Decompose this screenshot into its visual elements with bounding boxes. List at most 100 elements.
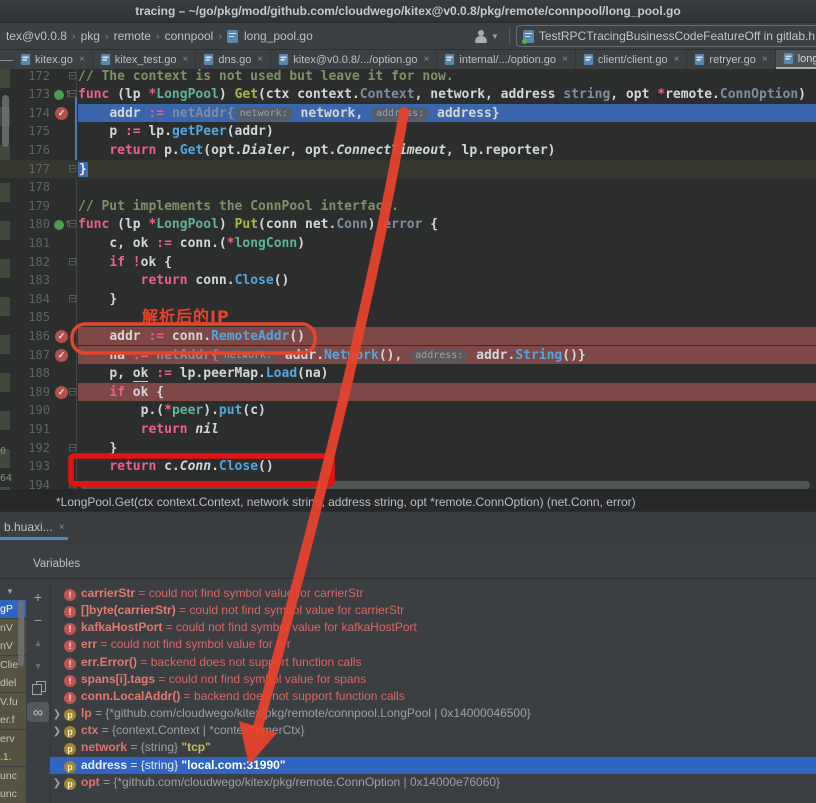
code-line[interactable]: 191 return nil bbox=[0, 420, 816, 439]
expand-chevron-icon[interactable]: ❯ bbox=[50, 775, 64, 791]
user-profile-icon[interactable] bbox=[474, 30, 488, 43]
line-number[interactable]: 185 bbox=[0, 310, 50, 324]
add-watch-icon[interactable]: + bbox=[27, 587, 49, 607]
verified-breakpoint-icon[interactable]: ✓ bbox=[53, 348, 75, 363]
line-number[interactable]: 182 bbox=[0, 255, 50, 269]
variable-row[interactable]: !conn.LocalAddr() = backend does not sup… bbox=[50, 688, 816, 705]
code-line[interactable]: 187✓ na := netAddr{network: addr.Network… bbox=[0, 346, 816, 365]
code-line[interactable]: 172⊟// The context is not used but leave… bbox=[0, 69, 816, 85]
variable-row[interactable]: ❯plp = {*github.com/cloudwego/kitex/pkg/… bbox=[50, 705, 816, 722]
line-number[interactable]: 193 bbox=[0, 459, 50, 473]
fold-marker-icon[interactable]: ⊟ bbox=[68, 69, 77, 82]
editor-tab[interactable]: kitex_test.go× bbox=[93, 50, 197, 69]
frames-scrollbar-thumb[interactable] bbox=[18, 600, 24, 666]
code-line[interactable]: 176 return p.Get(opt.Dialer, opt.Connect… bbox=[0, 141, 816, 160]
code-line[interactable]: 189✓⊟ if ok { bbox=[0, 383, 816, 402]
frames-dropdown-icon[interactable]: ▼ bbox=[6, 587, 14, 596]
fold-marker-icon[interactable]: ⊟ bbox=[68, 441, 77, 454]
code-line[interactable]: 174✓ addr := netAddr{network: network, a… bbox=[0, 104, 816, 123]
watches-toggle-icon[interactable]: ∞ bbox=[27, 702, 49, 722]
line-number[interactable]: 190 bbox=[0, 403, 50, 417]
fold-marker-icon[interactable]: ⊟ bbox=[68, 385, 77, 398]
verified-breakpoint-icon[interactable]: ✓ bbox=[53, 106, 75, 121]
variable-row[interactable]: paddress = {string} "local.com:31990" bbox=[50, 757, 816, 774]
line-number[interactable]: 189 bbox=[0, 385, 50, 399]
line-number[interactable]: 173 bbox=[0, 87, 50, 101]
variable-row[interactable]: pnetwork = {string} "tcp" bbox=[50, 739, 816, 756]
fold-marker-icon[interactable]: ⊟ bbox=[68, 217, 77, 230]
fold-marker-icon[interactable]: ⊟ bbox=[68, 87, 77, 100]
fold-marker-icon[interactable]: ⊟ bbox=[68, 292, 77, 305]
code-line[interactable]: 188 p, ok := lp.peerMap.Load(na) bbox=[0, 364, 816, 383]
code-line[interactable]: 177⊟} bbox=[0, 160, 816, 179]
variable-row[interactable]: !kafkaHostPort = could not find symbol v… bbox=[50, 619, 816, 636]
verified-breakpoint-icon[interactable]: ✓ bbox=[53, 329, 75, 344]
fold-marker-icon[interactable]: ⊟ bbox=[68, 478, 77, 490]
line-number[interactable]: 187 bbox=[0, 348, 50, 362]
close-icon[interactable]: × bbox=[424, 54, 430, 65]
line-number[interactable]: 183 bbox=[0, 273, 50, 287]
line-number[interactable]: 186 bbox=[0, 329, 50, 343]
line-number[interactable]: 188 bbox=[0, 366, 50, 380]
variable-row[interactable]: !spans[i].tags = could not find symbol v… bbox=[50, 671, 816, 688]
line-number[interactable]: 177 bbox=[0, 162, 50, 176]
line-number[interactable]: 192 bbox=[0, 441, 50, 455]
variable-row[interactable]: !err.Error() = backend does not support … bbox=[50, 654, 816, 671]
close-icon[interactable]: × bbox=[562, 54, 568, 65]
close-icon[interactable]: × bbox=[674, 54, 680, 65]
expand-chevron-icon[interactable]: ❯ bbox=[50, 723, 64, 739]
variable-row[interactable]: !carrierStr = could not find symbol valu… bbox=[50, 585, 816, 602]
close-icon[interactable]: × bbox=[257, 54, 263, 65]
code-editor[interactable]: 172⊟// The context is not used but leave… bbox=[0, 69, 816, 490]
code-line[interactable]: 182⊟ if !ok { bbox=[0, 253, 816, 272]
stack-frame-item[interactable]: V.fu bbox=[0, 693, 26, 711]
close-icon[interactable]: × bbox=[59, 522, 65, 533]
breadcrumb-item[interactable]: connpool bbox=[165, 29, 214, 43]
editor-tab[interactable]: kitex@v0.0.8/.../option.go× bbox=[271, 50, 437, 69]
line-number[interactable]: 175 bbox=[0, 124, 50, 138]
line-number[interactable]: 176 bbox=[0, 143, 50, 157]
line-number[interactable]: 180 bbox=[0, 217, 50, 231]
close-icon[interactable]: × bbox=[762, 54, 768, 65]
code-line[interactable]: 185 bbox=[0, 308, 816, 327]
stack-frame-item[interactable]: unc bbox=[0, 767, 26, 785]
editor-tab[interactable]: client/client.go× bbox=[576, 50, 688, 69]
editor-tab[interactable]: dns.go× bbox=[196, 50, 271, 69]
code-line[interactable]: 173↑⊟func (lp *LongPool) Get(ctx context… bbox=[0, 85, 816, 104]
duplicate-icon[interactable] bbox=[27, 679, 49, 699]
debug-session-tab[interactable]: b.huaxi... × bbox=[4, 520, 65, 534]
variable-row[interactable]: ❯pctx = {context.Context | *context.time… bbox=[50, 722, 816, 739]
fold-marker-icon[interactable]: ⊟ bbox=[68, 255, 77, 268]
stack-frame-item[interactable]: .1. bbox=[0, 748, 26, 766]
line-number[interactable]: 191 bbox=[0, 422, 50, 436]
stack-frame-item[interactable]: dlel bbox=[0, 674, 26, 692]
code-line[interactable]: 184⊟ } bbox=[0, 290, 816, 309]
code-line[interactable]: 178 bbox=[0, 178, 816, 197]
code-line[interactable]: 190 p.(*peer).put(c) bbox=[0, 401, 816, 420]
stack-frame-item[interactable]: unc bbox=[0, 785, 26, 803]
code-line[interactable]: 175 p := lp.getPeer(addr) bbox=[0, 122, 816, 141]
close-icon[interactable]: × bbox=[183, 54, 189, 65]
move-up-icon[interactable]: ▲ bbox=[27, 633, 49, 653]
code-line[interactable]: 186✓ addr := conn.RemoteAddr() bbox=[0, 327, 816, 346]
breadcrumb-item[interactable]: remote bbox=[114, 29, 151, 43]
horizontal-scrollbar[interactable] bbox=[80, 481, 810, 489]
editor-tab[interactable]: kitex.go× bbox=[13, 50, 93, 69]
breadcrumb-item[interactable]: tex@v0.0.8 bbox=[6, 29, 67, 43]
variable-row[interactable]: ![]byte(carrierStr) = could not find sym… bbox=[50, 602, 816, 619]
line-number[interactable]: 179 bbox=[0, 199, 50, 213]
code-line[interactable]: 180↑⊟func (lp *LongPool) Put(conn net.Co… bbox=[0, 215, 816, 234]
line-number[interactable]: 184 bbox=[0, 292, 50, 306]
fold-marker-icon[interactable]: ⊟ bbox=[68, 162, 77, 175]
line-number[interactable]: 174 bbox=[0, 106, 50, 120]
breadcrumb-file[interactable]: long_pool.go bbox=[244, 29, 313, 43]
line-number[interactable]: 172 bbox=[0, 69, 50, 83]
line-number[interactable]: 178 bbox=[0, 180, 50, 194]
run-configuration-selector[interactable]: TestRPCTracingBusinessCodeFeatureOff in … bbox=[516, 25, 816, 47]
code-line[interactable]: 193 return c.Conn.Close() bbox=[0, 457, 816, 476]
move-down-icon[interactable]: ▼ bbox=[27, 656, 49, 676]
variable-row[interactable]: ❯popt = {*github.com/cloudwego/kitex/pkg… bbox=[50, 774, 816, 791]
variable-row[interactable]: !err = could not find symbol value for e… bbox=[50, 636, 816, 653]
code-line[interactable]: 183 return conn.Close() bbox=[0, 271, 816, 290]
chevron-down-icon[interactable]: ▼ bbox=[491, 32, 499, 41]
